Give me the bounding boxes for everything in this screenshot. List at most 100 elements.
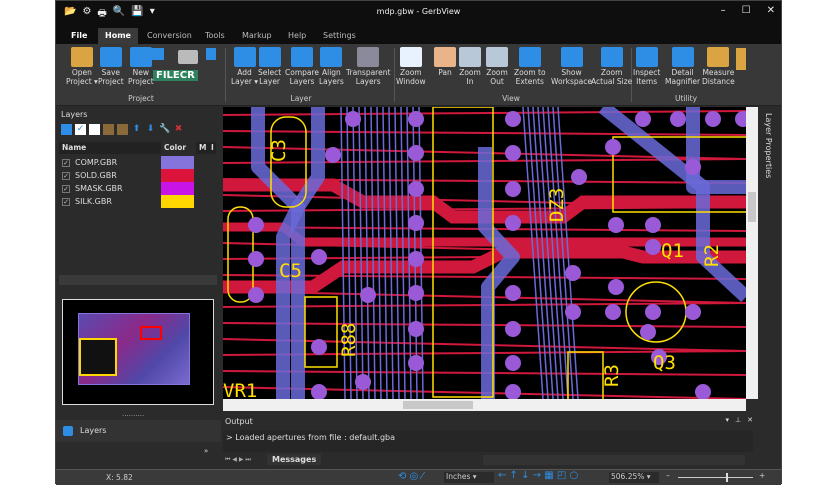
layer-visibility-checkbox[interactable]: ✓ xyxy=(62,184,70,193)
via-pad xyxy=(248,217,264,233)
maximize-button[interactable]: ☐ xyxy=(742,5,751,16)
units-select[interactable]: Inches ▾ xyxy=(444,472,494,483)
via-pad xyxy=(645,217,661,233)
zoom-out-button[interactable]: – xyxy=(666,471,670,480)
layer-color-swatch[interactable] xyxy=(161,195,194,208)
small-utility-icon[interactable] xyxy=(736,48,746,70)
layers-stack-icon[interactable] xyxy=(61,124,72,135)
tab-messages[interactable]: Messages xyxy=(267,454,322,465)
zoom-in-button[interactable]: + xyxy=(759,471,765,480)
zoom-slider[interactable] xyxy=(678,473,753,482)
pcb-canvas[interactable]: C3 C5 R88 VR1 DZ3 Q1 R2 R3 Q3 xyxy=(223,107,746,399)
actual-size-button[interactable]: Zoom Actual Size xyxy=(591,47,632,86)
via-pad xyxy=(408,251,424,267)
arrow-down-icon[interactable]: ⬇ xyxy=(145,124,156,135)
tab-settings[interactable]: Settings xyxy=(316,28,363,44)
zoom-window-icon xyxy=(399,47,422,67)
tab-conversion[interactable]: Conversion xyxy=(140,28,199,44)
hand-button[interactable]: Pan xyxy=(434,47,456,78)
tab-tools[interactable]: Tools xyxy=(198,28,232,44)
save-project-button[interactable]: Save Project xyxy=(98,47,124,86)
layer-visibility-checkbox[interactable]: ✓ xyxy=(62,171,70,180)
layer-visibility-checkbox[interactable]: ✓ xyxy=(62,158,70,167)
layers-panel-title: Layers xyxy=(61,110,88,119)
layer-row[interactable]: ✓ COMP.GBR xyxy=(62,156,117,169)
layer-row[interactable]: ✓ SOLD.GBR xyxy=(62,169,117,182)
print-icon[interactable] xyxy=(178,50,198,64)
close-button[interactable]: ✕ xyxy=(767,5,775,16)
add-layer-button[interactable]: Add Layer ▾ xyxy=(231,47,258,86)
wrench-icon[interactable]: 🔧 xyxy=(159,124,170,135)
small-project-icon[interactable] xyxy=(152,48,164,60)
grid-button[interactable]: Show Workspace xyxy=(551,47,592,86)
layer-color-swatch[interactable] xyxy=(161,169,194,182)
board-thumbnail[interactable] xyxy=(62,299,214,405)
via-pad xyxy=(565,265,581,281)
folder-icon xyxy=(70,47,93,67)
delete-icon[interactable]: ✖ xyxy=(173,124,184,135)
column-name[interactable]: Name xyxy=(59,142,161,154)
ruler-button[interactable]: Measure Distance xyxy=(702,47,735,86)
minimize-button[interactable]: – xyxy=(721,5,726,16)
column-i[interactable]: I xyxy=(208,142,216,154)
layer-row[interactable]: ✓ SMASK.GBR xyxy=(62,182,123,195)
canvas-horizontal-scrollbar[interactable] xyxy=(223,399,746,411)
canvas-vertical-scrollbar[interactable] xyxy=(746,107,758,399)
hand-icon xyxy=(434,47,456,67)
layer-visibility-checkbox[interactable]: ✓ xyxy=(62,197,70,206)
layers-horizontal-scrollbar[interactable] xyxy=(59,275,217,285)
via-pad xyxy=(705,111,721,127)
arrow-up-icon[interactable]: ⬆ xyxy=(131,124,142,135)
new-project-button[interactable]: New Project xyxy=(128,47,154,86)
component-label: R2 xyxy=(701,244,723,267)
align-layers-button[interactable]: Align Layers xyxy=(319,47,344,86)
zoom-in-button[interactable]: Zoom In xyxy=(459,47,481,86)
tab-home[interactable]: Home xyxy=(98,28,138,44)
layer-color-swatch[interactable] xyxy=(161,182,194,195)
pan-arrows-icon[interactable]: ← ↑ ↓ → ▦ ◰ ○ xyxy=(498,470,578,481)
zoom-out-button[interactable]: Zoom Out xyxy=(486,47,508,86)
check-all-icon[interactable]: ✓ xyxy=(75,124,86,135)
glasses-button[interactable]: Inspect Items xyxy=(633,47,660,86)
layer-color-swatch[interactable] xyxy=(161,156,194,169)
button-label: Align Layers xyxy=(319,68,344,86)
transparent-layers-button[interactable]: Transparent Layers xyxy=(346,47,390,86)
overflow-chevron-icon[interactable]: » xyxy=(204,447,208,455)
magnifier-button[interactable]: Detail Magnifier xyxy=(665,47,700,86)
via-pad xyxy=(408,285,424,301)
column-m[interactable]: M xyxy=(196,142,208,154)
tab-markup[interactable]: Markup xyxy=(235,28,279,44)
tab-help[interactable]: Help xyxy=(281,28,313,44)
tab-file[interactable]: File xyxy=(64,28,94,44)
copy-layer-icon[interactable] xyxy=(103,124,114,135)
zoom-window-button[interactable]: Zoom Window xyxy=(396,47,426,86)
watermark-logo: FILECR xyxy=(153,70,198,81)
via-pad xyxy=(311,249,327,265)
layer-row[interactable]: ✓ SILK.GBR xyxy=(62,195,112,208)
via-pad xyxy=(505,111,521,127)
output-close-icon[interactable]: ✕ xyxy=(747,416,753,424)
dock-tab-layers[interactable]: Layers xyxy=(56,420,221,442)
cursor-button[interactable]: Select Layer xyxy=(258,47,281,86)
output-menu-icon[interactable]: ▾ xyxy=(726,416,730,424)
column-color[interactable]: Color xyxy=(161,142,196,154)
button-label: Pan xyxy=(438,68,452,77)
component-label: Q3 xyxy=(653,352,676,374)
via-pad xyxy=(640,324,656,340)
output-nav-buttons[interactable]: ⏮ ◀ ▶ ⏭ xyxy=(225,456,251,464)
folder-button[interactable]: Open Project ▾ xyxy=(66,47,98,86)
button-label: Detail Magnifier xyxy=(665,68,701,86)
zoom-extents-button[interactable]: Zoom to Extents xyxy=(514,47,546,86)
layers-table-header: Name Color M I xyxy=(59,142,216,154)
uncheck-all-icon[interactable] xyxy=(89,124,100,135)
snap-tools-icon[interactable]: ⟲ ◎ ⁄ xyxy=(398,471,423,482)
small-export-icon[interactable] xyxy=(206,48,216,60)
pin-icon[interactable]: ⊥ xyxy=(735,416,741,424)
paste-layer-icon[interactable] xyxy=(117,124,128,135)
coordinate-readout: X: 5.82 xyxy=(106,473,133,482)
splitter-grip[interactable]: ·········· xyxy=(122,412,144,420)
zoom-select[interactable]: 506.25% ▾ xyxy=(609,472,659,483)
output-horizontal-scrollbar[interactable] xyxy=(483,455,745,465)
compare-layers-button[interactable]: Compare Layers xyxy=(285,47,319,86)
layer-properties-tab[interactable]: Layer Properties xyxy=(759,107,781,399)
